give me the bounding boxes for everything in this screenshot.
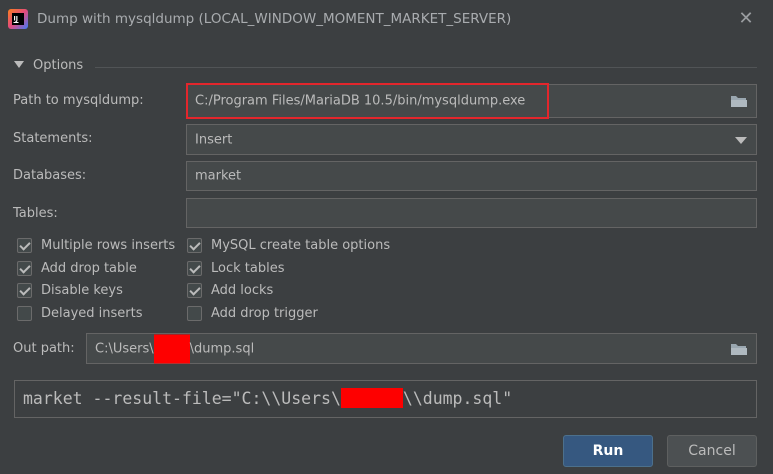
- chevron-down-icon: [735, 136, 747, 144]
- checkbox-add-drop-trigger[interactable]: Add drop trigger: [187, 303, 318, 323]
- checkbox-box[interactable]: [187, 282, 202, 298]
- options-section-label: Options: [33, 58, 84, 73]
- out-path-field[interactable]: C:\Users\ \dump.sql: [86, 333, 757, 364]
- checkbox-box[interactable]: [17, 282, 32, 298]
- databases-value: market: [195, 168, 242, 184]
- checkbox-multiple-rows-inserts[interactable]: Multiple rows inserts: [17, 235, 175, 255]
- options-section-toggle[interactable]: Options: [14, 58, 83, 76]
- checkbox-add-drop-table[interactable]: Add drop table: [17, 258, 137, 278]
- run-button[interactable]: Run: [563, 435, 653, 467]
- statements-label: Statements:: [13, 131, 93, 146]
- checkbox-label: Delayed inserts: [41, 305, 143, 321]
- checkbox-box[interactable]: [187, 260, 202, 276]
- command-text: market --result-file="C:\\Users\ \\dump.…: [23, 388, 512, 408]
- checkbox-label: Add drop trigger: [211, 305, 318, 321]
- folder-icon[interactable]: [730, 342, 748, 356]
- out-path-value: C:\Users\ \dump.sql: [95, 334, 254, 363]
- statements-value: Insert: [195, 132, 233, 147]
- tables-field[interactable]: [186, 198, 757, 228]
- redaction-block: [340, 388, 403, 408]
- databases-field[interactable]: market: [186, 161, 757, 191]
- svg-text:IJ: IJ: [14, 16, 18, 23]
- collapse-triangle-icon: [14, 61, 24, 68]
- checkbox-box[interactable]: [17, 260, 32, 276]
- redaction-block: [153, 334, 190, 363]
- intellij-app-icon: IJ: [8, 9, 28, 29]
- window-title: Dump with mysqldump (LOCAL_WINDOW_MOMENT…: [37, 11, 512, 27]
- tables-label: Tables:: [13, 206, 58, 221]
- cancel-button[interactable]: Cancel: [667, 435, 757, 467]
- command-prefix: market --result-file="C:\\Users\: [23, 388, 341, 408]
- checkbox-box[interactable]: [17, 305, 32, 321]
- checkbox-label: Lock tables: [211, 260, 285, 276]
- checkbox-add-locks[interactable]: Add locks: [187, 280, 273, 300]
- close-icon[interactable]: ✕: [736, 6, 756, 32]
- checkbox-lock-tables[interactable]: Lock tables: [187, 258, 284, 278]
- statements-dropdown[interactable]: Insert: [186, 124, 757, 155]
- checkbox-label: Add drop table: [41, 260, 137, 276]
- path-highlight-box: [186, 83, 549, 119]
- databases-label: Databases:: [13, 168, 87, 183]
- command-preview: market --result-file="C:\\Users\ \\dump.…: [14, 380, 757, 418]
- checkbox-label: MySQL create table options: [211, 237, 391, 253]
- checkbox-box[interactable]: [187, 237, 202, 253]
- checkbox-box[interactable]: [17, 237, 32, 253]
- checkbox-label: Disable keys: [41, 282, 123, 298]
- title-bar: IJ Dump with mysqldump (LOCAL_WINDOW_MOM…: [0, 0, 773, 40]
- checkbox-disable-keys[interactable]: Disable keys: [17, 280, 123, 300]
- checkbox-label: Add locks: [211, 282, 274, 298]
- out-path-label: Out path:: [13, 341, 75, 356]
- out-path-prefix: C:\Users\: [95, 341, 154, 356]
- checkbox-mysql-create-table-options[interactable]: MySQL create table options: [187, 235, 390, 255]
- out-path-suffix: \dump.sql: [189, 341, 255, 356]
- checkbox-delayed-inserts[interactable]: Delayed inserts: [17, 303, 143, 323]
- checkbox-box[interactable]: [187, 305, 202, 321]
- checkbox-label: Multiple rows inserts: [41, 237, 176, 253]
- path-label: Path to mysqldump:: [13, 93, 144, 108]
- section-divider: [95, 67, 757, 68]
- folder-icon[interactable]: [730, 94, 748, 108]
- command-suffix: \\dump.sql": [402, 388, 513, 408]
